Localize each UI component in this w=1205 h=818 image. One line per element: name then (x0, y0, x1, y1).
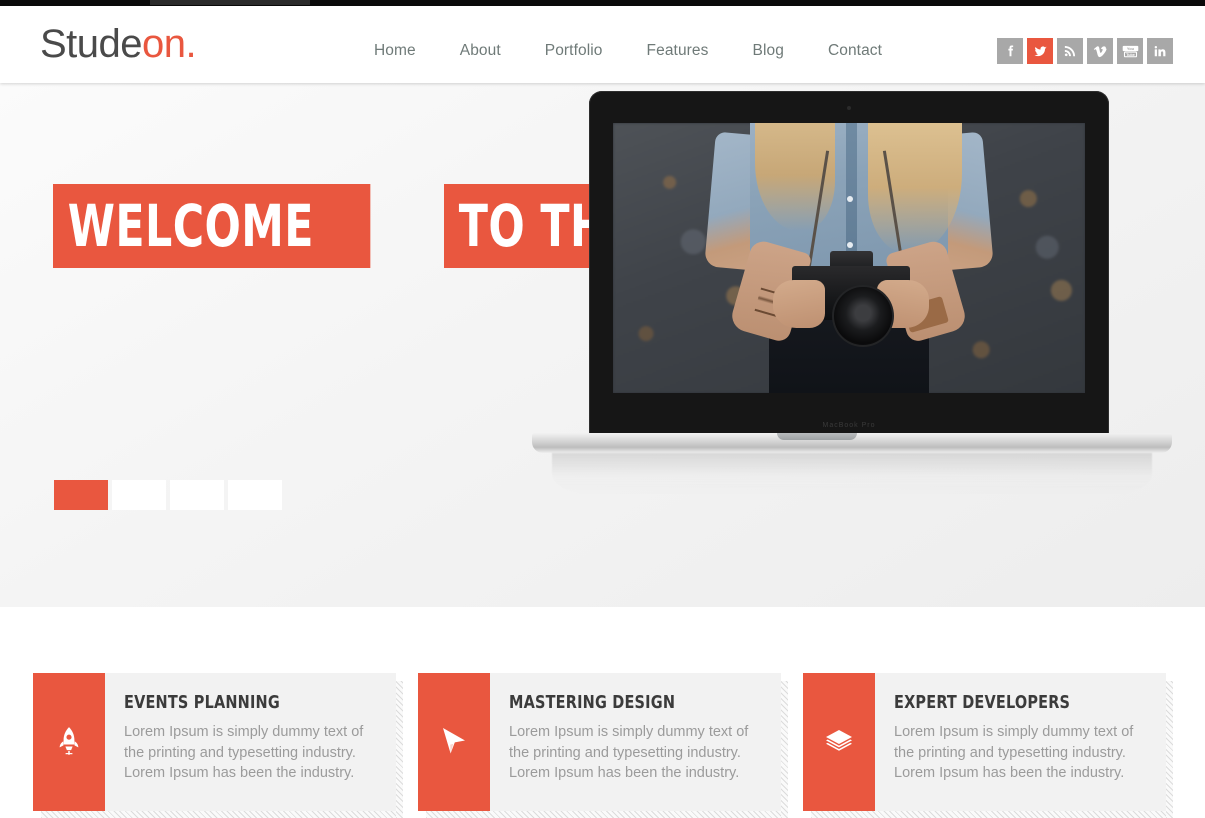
site-logo[interactable]: Studeon. (40, 22, 197, 67)
feature-card-body: EXPERT DEVELOPERS Lorem Ipsum is simply … (875, 673, 1166, 811)
laptop-mockup: MacBook Pro (512, 91, 1172, 495)
feature-card-text: Lorem Ipsum is simply dummy text of the … (894, 724, 1134, 781)
vimeo-icon[interactable] (1087, 38, 1113, 64)
photo-camera-lens (832, 285, 894, 348)
features-section: EVENTS PLANNING Lorem Ipsum is simply du… (0, 607, 1205, 818)
svg-text:Tube: Tube (1126, 52, 1135, 56)
rocket-icon (33, 673, 105, 811)
laptop-camera-icon (847, 106, 851, 110)
feature-card-text: Lorem Ipsum is simply dummy text of the … (124, 724, 364, 781)
slider-dot-3[interactable] (170, 480, 224, 510)
svg-text:You: You (1126, 46, 1134, 51)
laptop-notch (777, 433, 857, 440)
site-header: Studeon. Home About Portfolio Features B… (0, 6, 1205, 83)
slider-dot-1[interactable] (54, 480, 108, 510)
feature-card-title: EVENTS PLANNING (124, 693, 280, 713)
layers-icon (803, 673, 875, 811)
feature-cards: EVENTS PLANNING Lorem Ipsum is simply du… (33, 673, 1173, 818)
feature-card-title: EXPERT DEVELOPERS (894, 693, 1071, 713)
slider-dot-2[interactable] (112, 480, 166, 510)
nav-item-features[interactable]: Features (625, 42, 731, 60)
laptop-reflection (552, 453, 1152, 495)
logo-accent-text: on. (142, 22, 197, 66)
feature-card-body: EVENTS PLANNING Lorem Ipsum is simply du… (105, 673, 396, 811)
feature-card-title: MASTERING DESIGN (509, 693, 676, 713)
slider-pagination (54, 480, 282, 510)
browser-tab[interactable] (150, 0, 310, 5)
feature-card-body: MASTERING DESIGN Lorem Ipsum is simply d… (490, 673, 781, 811)
main-navigation: Home About Portfolio Features Blog Conta… (352, 42, 904, 60)
linkedin-icon[interactable] (1147, 38, 1173, 64)
twitter-icon[interactable] (1027, 38, 1053, 64)
feature-card-events-planning[interactable]: EVENTS PLANNING Lorem Ipsum is simply du… (33, 673, 403, 818)
facebook-icon[interactable] (997, 38, 1023, 64)
hero-section: WELCOME TO THE STUDEON (0, 83, 1205, 607)
laptop-screen (613, 123, 1085, 393)
laptop-brand-label: MacBook Pro (822, 422, 876, 429)
feature-card-text: Lorem Ipsum is simply dummy text of the … (509, 724, 749, 781)
hero-photo (613, 123, 1085, 393)
nav-item-portfolio[interactable]: Portfolio (523, 42, 625, 60)
rss-icon[interactable] (1057, 38, 1083, 64)
nav-item-home[interactable]: Home (352, 42, 438, 60)
feature-card-mastering-design[interactable]: MASTERING DESIGN Lorem Ipsum is simply d… (418, 673, 788, 818)
nav-item-about[interactable]: About (438, 42, 523, 60)
photo-shirt-button-2 (847, 241, 854, 248)
youtube-icon[interactable]: You Tube (1117, 38, 1143, 64)
feature-card-expert-developers[interactable]: EXPERT DEVELOPERS Lorem Ipsum is simply … (803, 673, 1173, 818)
laptop-lid: MacBook Pro (589, 91, 1109, 436)
social-links: You Tube (997, 38, 1173, 64)
nav-item-contact[interactable]: Contact (806, 42, 904, 60)
slider-dot-4[interactable] (228, 480, 282, 510)
headline-line-1: WELCOME (53, 184, 371, 268)
cursor-arrow-icon (418, 673, 490, 811)
photo-shirt-button-1 (847, 195, 854, 202)
nav-item-blog[interactable]: Blog (731, 42, 806, 60)
photo-left-hand (773, 279, 826, 329)
logo-primary-text: Stude (40, 22, 143, 66)
